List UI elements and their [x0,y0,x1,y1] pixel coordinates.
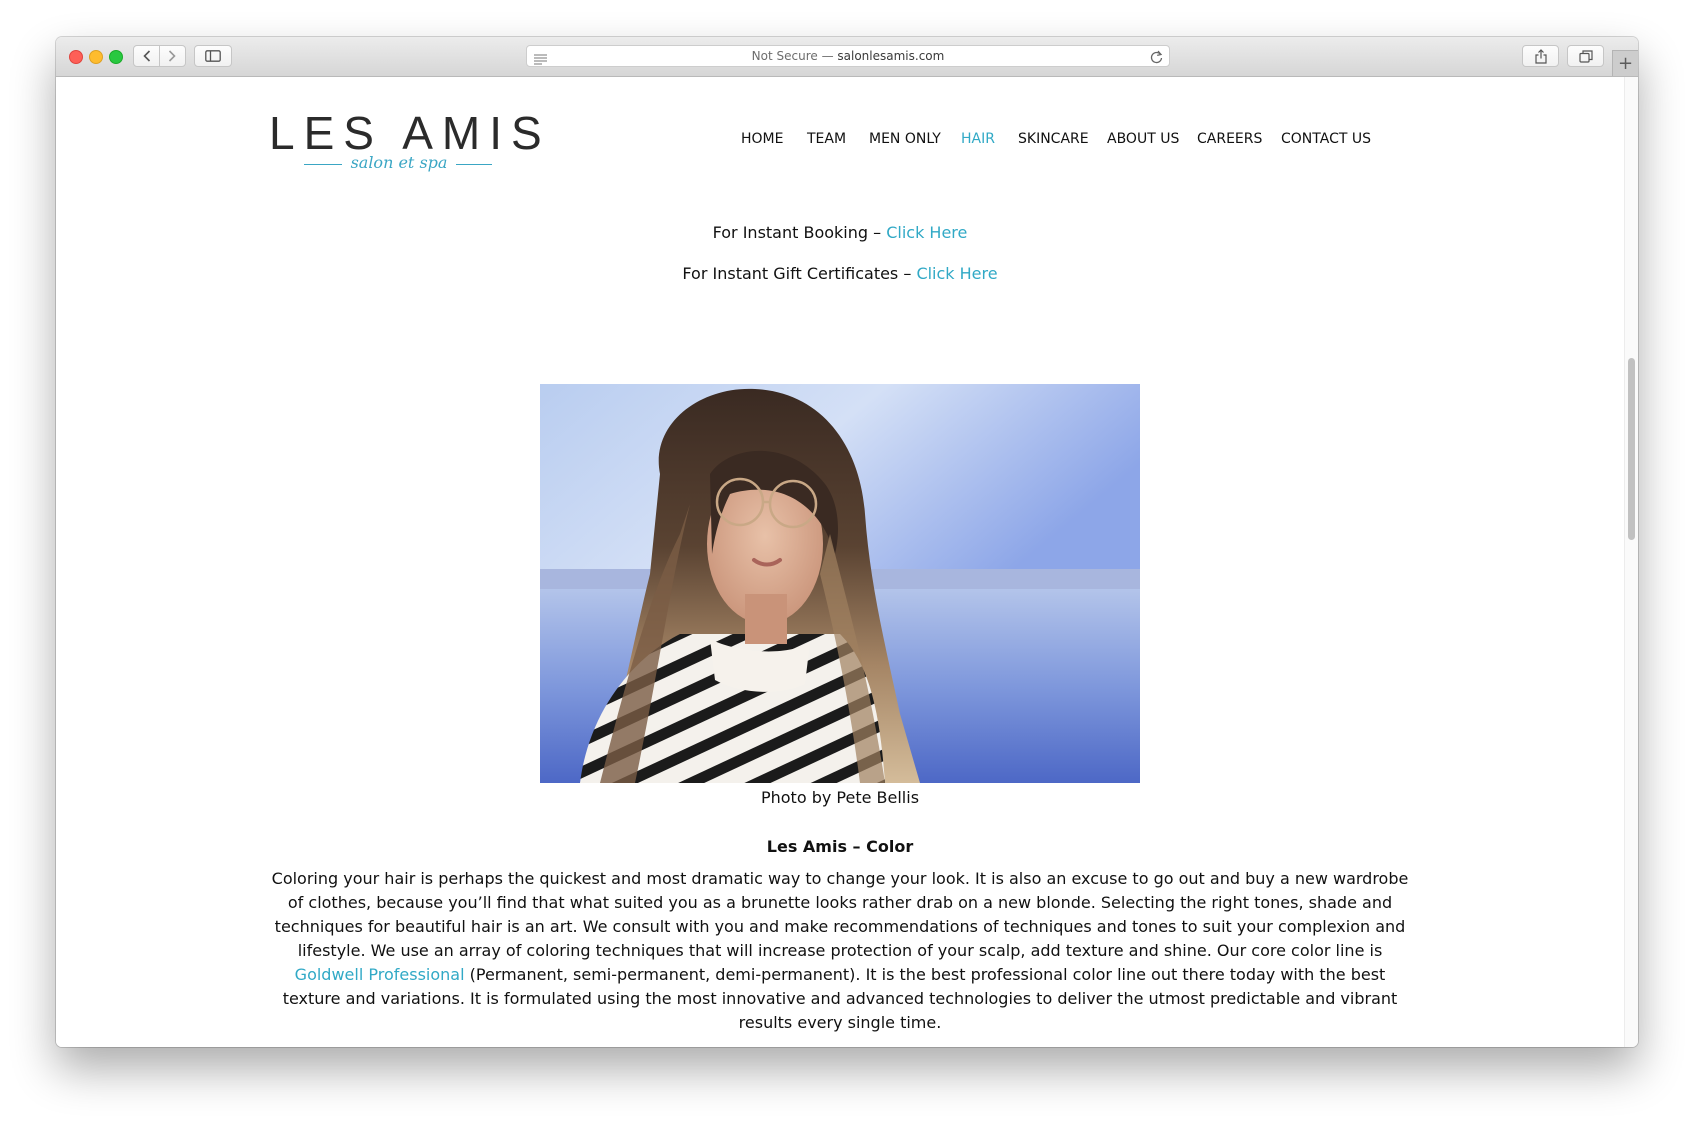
page-viewport: LES AMIS salon et spa HOME TEAM MEN ONLY… [56,77,1624,1047]
section-paragraph: Coloring your hair is perhaps the quicke… [269,867,1411,1035]
logo-line-right [456,164,492,165]
address-bar[interactable]: Not Secure — salonlesamis.com [526,45,1170,67]
new-tab-button[interactable]: + [1612,50,1638,76]
goldwell-link[interactable]: Goldwell Professional [295,965,465,984]
woman-portrait-image [540,384,1140,783]
gift-line: For Instant Gift Certificates – Click He… [56,264,1624,283]
minimize-window-icon[interactable] [89,50,103,64]
url-host: salonlesamis.com [837,49,945,63]
nav-contact-us[interactable]: CONTACT US [1281,131,1371,147]
hair-photo [540,384,1140,783]
url-separator: — [817,49,838,63]
chevron-left-icon [142,50,150,62]
section-heading: Les Amis – Color [766,837,914,856]
logo-tagline: salon et spa [350,153,448,172]
main-nav: HOME TEAM MEN ONLY HAIR SKINCARE ABOUT U… [56,131,1624,151]
share-button[interactable] [1522,45,1559,67]
forward-button[interactable] [160,46,185,66]
nav-about-us[interactable]: ABOUT US [1107,131,1179,147]
photo-caption: Photo by Pete Bellis [760,788,920,807]
maximize-window-icon[interactable] [109,50,123,64]
scrollbar-track[interactable] [1624,77,1638,1047]
sidebar-icon [205,50,221,62]
tabs-overview-icon [1578,49,1593,63]
nav-careers[interactable]: CAREERS [1197,131,1262,147]
security-label: Not Secure [751,49,818,63]
reload-icon[interactable] [1150,49,1163,68]
nav-men-only[interactable]: MEN ONLY [869,131,941,147]
share-icon [1534,48,1547,64]
paragraph-text-before: Coloring your hair is perhaps the quicke… [271,869,1409,960]
plus-icon: + [1617,53,1634,74]
gift-link[interactable]: Click Here [916,264,997,283]
url-text: Not Secure — salonlesamis.com [527,46,1169,66]
back-button[interactable] [134,46,159,66]
booking-line: For Instant Booking – Click Here [56,223,1624,242]
gift-text: For Instant Gift Certificates – [682,264,917,283]
show-tabs-button[interactable] [1567,45,1604,67]
nav-team[interactable]: TEAM [807,131,846,147]
sidebar-button[interactable] [194,45,232,67]
booking-link[interactable]: Click Here [886,223,967,242]
browser-toolbar: Not Secure — salonlesamis.com + [56,37,1638,77]
history-nav-group [133,45,186,67]
scrollbar-thumb[interactable] [1628,358,1635,540]
nav-home[interactable]: HOME [741,131,783,147]
close-window-icon[interactable] [69,50,83,64]
chevron-right-icon [169,50,177,62]
nav-hair[interactable]: HAIR [961,131,995,147]
booking-text: For Instant Booking – [712,223,887,242]
nav-skincare[interactable]: SKINCARE [1018,131,1089,147]
browser-window: Not Secure — salonlesamis.com + LES AMIS… [56,37,1638,1047]
